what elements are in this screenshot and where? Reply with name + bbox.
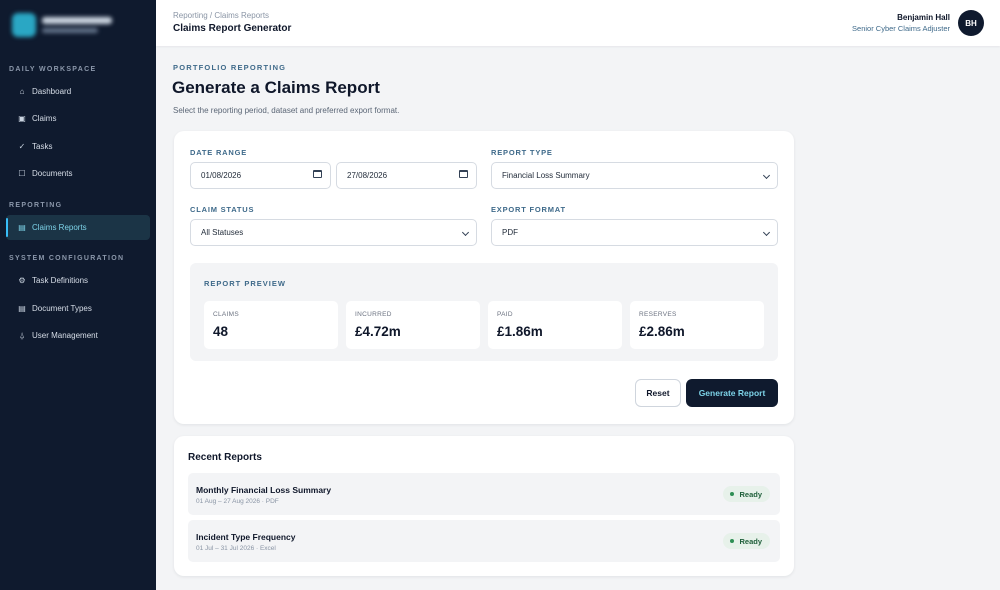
home-icon: ⌂ xyxy=(19,87,25,96)
sidebar-item-label: Tasks xyxy=(32,142,53,151)
page-title: Generate a Claims Report xyxy=(172,78,380,97)
date-from-input[interactable]: 01/08/2026 xyxy=(190,162,331,189)
reset-button[interactable]: Reset xyxy=(635,379,681,407)
metric-label: PAID xyxy=(497,311,513,318)
avatar[interactable]: BH xyxy=(958,10,984,36)
chevron-down-icon xyxy=(762,227,771,237)
metric-value: 48 xyxy=(213,324,229,339)
sidebar: DAILY WORKSPACE ⌂ Dashboard ▣ Claims ✓ T… xyxy=(0,0,156,590)
report-preview: REPORT PREVIEW CLAIMS 48 INCURRED £4.72m… xyxy=(190,263,778,361)
sidebar-item-document-types[interactable]: ▤ Document Types xyxy=(6,296,150,321)
page-subtitle: Select the reporting period, dataset and… xyxy=(173,106,400,115)
recent-reports-card: Recent Reports Monthly Financial Loss Su… xyxy=(174,436,794,576)
claims-icon: ▣ xyxy=(18,114,26,123)
sidebar-item-documents[interactable]: ☐ Documents xyxy=(6,161,150,186)
status-badge: Ready xyxy=(723,533,770,549)
header-title: Claims Report Generator xyxy=(173,23,292,34)
generate-report-button[interactable]: Generate Report xyxy=(686,379,778,407)
check-icon: ✓ xyxy=(18,142,26,151)
calendar-icon[interactable] xyxy=(459,170,468,178)
metric-label: INCURRED xyxy=(355,311,392,318)
metric-label: RESERVES xyxy=(639,311,677,318)
status-text: Ready xyxy=(739,489,762,499)
sidebar-item-task-definitions[interactable]: ⚙ Task Definitions xyxy=(6,268,150,293)
status-dot-icon xyxy=(730,492,735,496)
sidebar-item-label: Task Definitions xyxy=(32,276,89,285)
status-dot-icon xyxy=(730,539,735,543)
sidebar-item-user-management[interactable]: ⍙ User Management xyxy=(6,323,150,348)
report-row[interactable]: Incident Type Frequency 01 Jul – 31 Jul … xyxy=(188,520,780,562)
report-type-value: Financial Loss Summary xyxy=(502,171,590,180)
metric-value: £2.86m xyxy=(639,324,685,339)
report-type-select[interactable]: Financial Loss Summary xyxy=(491,162,778,189)
calendar-icon[interactable] xyxy=(313,170,322,178)
metric-reserves: RESERVES £2.86m xyxy=(630,301,764,349)
sidebar-item-label: Claims Reports xyxy=(32,223,87,232)
report-row[interactable]: Monthly Financial Loss Summary 01 Aug – … xyxy=(188,473,780,515)
report-icon: ▤ xyxy=(18,223,26,232)
breadcrumb[interactable]: Reporting / Claims Reports xyxy=(173,11,269,20)
metric-value: £4.72m xyxy=(355,324,401,339)
export-format-label: EXPORT FORMAT xyxy=(491,205,566,214)
date-from-value: 01/08/2026 xyxy=(201,171,242,180)
chevron-down-icon xyxy=(461,227,470,237)
user-role: Senior Cyber Claims Adjuster xyxy=(852,24,950,33)
report-meta: 01 Aug – 27 Aug 2026 · PDF xyxy=(196,498,279,505)
chevron-down-icon xyxy=(762,170,771,180)
claim-status-select[interactable]: All Statuses xyxy=(190,219,477,246)
sidebar-item-claims[interactable]: ▣ Claims xyxy=(6,106,150,131)
sidebar-item-label: User Management xyxy=(32,331,98,340)
report-name: Monthly Financial Loss Summary xyxy=(196,485,332,495)
document-icon: ☐ xyxy=(18,169,26,178)
status-badge: Ready xyxy=(723,486,770,502)
report-meta: 01 Jul – 31 Jul 2026 · Excel xyxy=(196,545,276,552)
metric-incurred: INCURRED £4.72m xyxy=(346,301,480,349)
date-to-value: 27/08/2026 xyxy=(347,171,388,180)
user-name: Benjamin Hall xyxy=(897,13,950,22)
sidebar-section-title: REPORTING xyxy=(9,202,63,209)
sidebar-item-label: Claims xyxy=(32,114,57,123)
list-icon: ▤ xyxy=(18,304,26,313)
claim-status-label: CLAIM STATUS xyxy=(190,205,255,214)
sidebar-section-title: DAILY WORKSPACE xyxy=(9,66,97,73)
export-format-select[interactable]: PDF xyxy=(491,219,778,246)
top-header: Reporting / Claims Reports Claims Report… xyxy=(156,0,1000,46)
report-type-label: REPORT TYPE xyxy=(491,148,553,157)
sidebar-item-label: Dashboard xyxy=(32,87,72,96)
export-format-value: PDF xyxy=(502,228,518,237)
metric-value: £1.86m xyxy=(497,324,543,339)
sidebar-item-label: Document Types xyxy=(32,304,92,313)
report-form-card: DATE RANGE 01/08/2026 27/08/2026 REPORT … xyxy=(174,131,794,424)
metric-paid: PAID £1.86m xyxy=(488,301,622,349)
page-eyebrow: PORTFOLIO REPORTING xyxy=(173,63,287,72)
sidebar-item-tasks[interactable]: ✓ Tasks xyxy=(6,134,150,159)
date-range-label: DATE RANGE xyxy=(190,148,248,157)
sidebar-item-claims-reports[interactable]: ▤ Claims Reports xyxy=(6,215,150,240)
status-text: Ready xyxy=(739,536,762,546)
logo-icon xyxy=(12,13,36,37)
metric-label: CLAIMS xyxy=(213,311,240,318)
claim-status-value: All Statuses xyxy=(201,228,244,237)
report-name: Incident Type Frequency xyxy=(196,532,296,542)
metric-claims: CLAIMS 48 xyxy=(204,301,338,349)
report-preview-label: REPORT PREVIEW xyxy=(204,279,286,288)
date-to-input[interactable]: 27/08/2026 xyxy=(336,162,477,189)
settings-icon: ⚙ xyxy=(18,276,26,285)
recent-reports-title: Recent Reports xyxy=(188,452,262,463)
sidebar-item-label: Documents xyxy=(32,169,73,178)
sidebar-item-dashboard[interactable]: ⌂ Dashboard xyxy=(6,79,150,104)
brand-logo[interactable] xyxy=(12,12,132,38)
user-icon: ⍙ xyxy=(19,330,25,340)
sidebar-section-title: SYSTEM CONFIGURATION xyxy=(9,255,125,262)
